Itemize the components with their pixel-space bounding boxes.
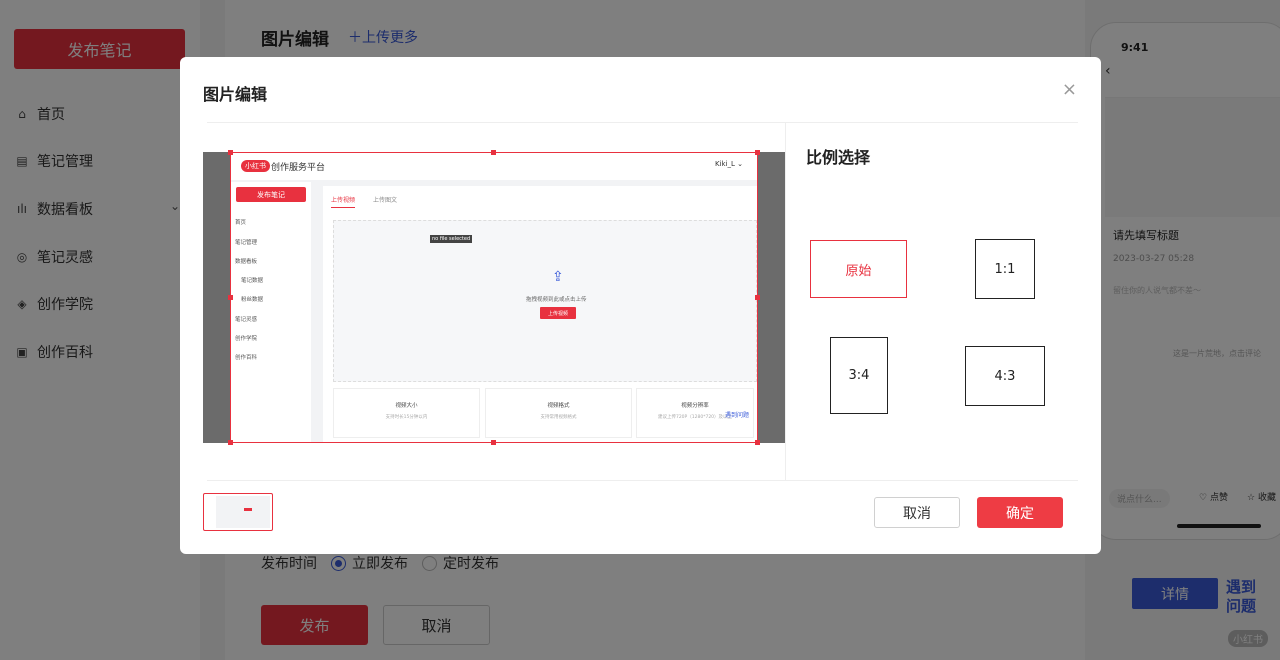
- image-edit-modal: 图片编辑 × 小红书 创作服务平台 Kiki_L ⌄ 发布笔记 首页 笔记管理 …: [180, 57, 1101, 554]
- thumbnail-image: [206, 496, 270, 528]
- close-icon[interactable]: ×: [1062, 81, 1077, 99]
- modal-title: 图片编辑: [203, 85, 268, 104]
- ratio-4-3-button[interactable]: 4:3: [965, 346, 1045, 406]
- crop-handle[interactable]: [755, 440, 760, 445]
- crop-handle[interactable]: [755, 295, 760, 300]
- divider: [207, 122, 1078, 123]
- ratio-1-1-button[interactable]: 1:1: [975, 239, 1035, 299]
- divider: [785, 123, 786, 480]
- ratio-original-button[interactable]: 原始: [810, 240, 907, 298]
- crop-handle[interactable]: [491, 150, 496, 155]
- crop-frame[interactable]: [230, 152, 758, 443]
- ratio-3-4-button[interactable]: 3:4: [830, 337, 888, 414]
- modal-cancel-button[interactable]: 取消: [874, 497, 960, 528]
- crop-canvas: 小红书 创作服务平台 Kiki_L ⌄ 发布笔记 首页 笔记管理 数据看板 笔记…: [203, 150, 785, 445]
- modal-confirm-button[interactable]: 确定: [977, 497, 1063, 528]
- crop-handle[interactable]: [491, 440, 496, 445]
- divider: [207, 480, 1078, 481]
- crop-handle[interactable]: [755, 150, 760, 155]
- crop-handle[interactable]: [228, 295, 233, 300]
- image-thumbnail[interactable]: [203, 493, 273, 531]
- crop-handle[interactable]: [228, 150, 233, 155]
- ratio-title: 比例选择: [806, 148, 871, 167]
- crop-handle[interactable]: [228, 440, 233, 445]
